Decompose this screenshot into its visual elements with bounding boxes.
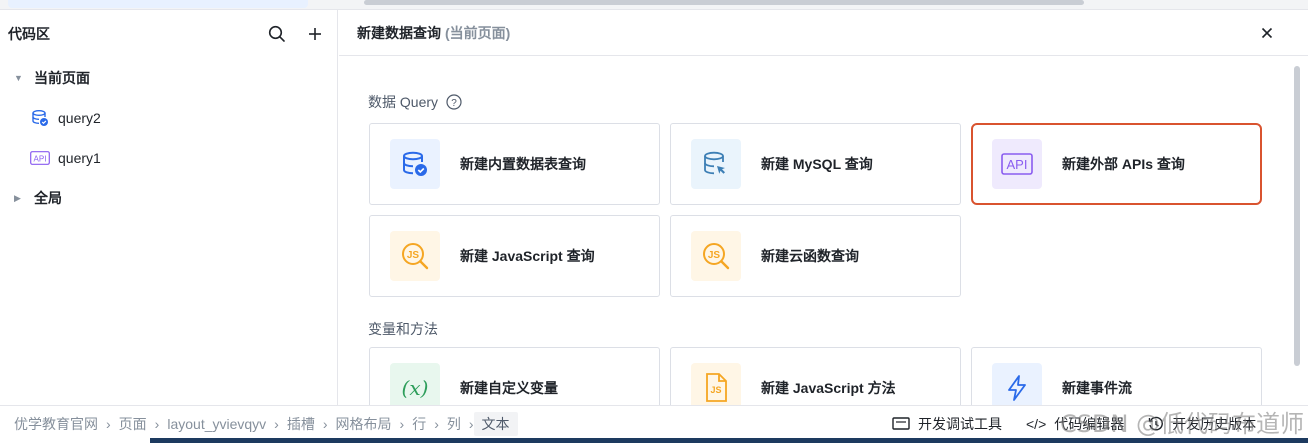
card-external-api-query[interactable]: API 新建外部 APIs 查询	[971, 123, 1262, 205]
bottom-edge-strip	[150, 438, 1308, 443]
card-label: 新建 JavaScript 查询	[460, 248, 595, 264]
database-icon	[30, 108, 50, 128]
breadcrumb: 优学教育官网 › 页面 › layout_yvievqyv › 插槽 › 网格布…	[6, 412, 518, 436]
code-editor-button[interactable]: </> 代码编辑器	[1026, 414, 1124, 434]
code-area-title: 代码区	[8, 26, 50, 42]
tree-group-global[interactable]: ▶ 全局	[0, 178, 337, 218]
variable-glyph: (x)	[401, 376, 429, 400]
tree-item-label: query1	[58, 150, 101, 166]
chevron-right-icon: ›	[468, 416, 474, 432]
tool-label: 代码编辑器	[1054, 416, 1125, 432]
new-query-dialog: 新建数据查询 (当前页面) 数据 Query ? 新建内置数据表查询 新建 My…	[339, 10, 1308, 429]
add-icon[interactable]	[301, 20, 329, 48]
javascript-icon: JS	[390, 231, 440, 281]
tool-label: 开发历史版本	[1172, 416, 1257, 432]
history-icon	[1148, 416, 1164, 432]
breadcrumb-item[interactable]: layout_yvievqyv	[159, 416, 274, 432]
tree-group-label: 全局	[34, 190, 62, 206]
card-label: 新建外部 APIs 查询	[1062, 156, 1185, 172]
toolbar: 开发调试工具 </> 代码编辑器 开发历史版本	[892, 412, 1280, 436]
dialog-header: 新建数据查询 (当前页面)	[339, 10, 1308, 56]
code-area-header: 代码区	[0, 10, 337, 58]
database-icon	[390, 139, 440, 189]
tool-label: 开发调试工具	[918, 416, 1002, 432]
caret-down-icon: ▼	[14, 73, 23, 83]
tree-item-query1[interactable]: API query1	[0, 138, 337, 178]
debug-tools-button[interactable]: 开发调试工具	[892, 414, 1002, 434]
tree-item-label: query2	[58, 110, 101, 126]
tree-item-query2[interactable]: query2	[0, 98, 337, 138]
mysql-icon	[691, 139, 741, 189]
active-tab-indicator	[8, 0, 308, 8]
card-label: 新建 MySQL 查询	[761, 156, 873, 172]
card-javascript-query[interactable]: JS 新建 JavaScript 查询	[369, 215, 660, 297]
card-label: 新建事件流	[1062, 380, 1132, 396]
breadcrumb-item-current[interactable]: 文本	[473, 412, 518, 436]
caret-right-icon: ▶	[14, 192, 21, 203]
code-area-panel: 代码区 ▼ 当前页面 query2 API query1 ▶ 全局	[0, 10, 338, 405]
js-glyph: JS	[710, 385, 722, 395]
cloud-function-icon: JS	[691, 231, 741, 281]
card-mysql-query[interactable]: 新建 MySQL 查询	[670, 123, 961, 205]
svg-text:API: API	[34, 154, 47, 163]
breadcrumb-item[interactable]: 网格布局	[328, 414, 400, 434]
svg-text:?: ?	[451, 98, 457, 109]
section-title-data-query: 数据 Query ?	[368, 92, 462, 112]
breadcrumb-item[interactable]: 优学教育官网	[6, 414, 106, 434]
section-title-label: 数据 Query	[368, 94, 439, 110]
card-label: 新建云函数查询	[761, 248, 859, 264]
card-label: 新建 JavaScript 方法	[761, 380, 896, 396]
card-cloud-function-query[interactable]: JS 新建云函数查询	[670, 215, 961, 297]
close-icon[interactable]	[1256, 22, 1278, 44]
section-title-variables-methods: 变量和方法	[368, 319, 438, 339]
api-icon: API	[992, 139, 1042, 189]
svg-text:API: API	[1007, 157, 1028, 172]
card-label: 新建内置数据表查询	[460, 156, 586, 172]
section-title-label: 变量和方法	[368, 321, 438, 337]
dialog-title: 新建数据查询	[357, 24, 441, 41]
debug-icon	[892, 416, 910, 432]
card-label: 新建自定义变量	[460, 380, 558, 396]
tree-group-label: 当前页面	[34, 70, 90, 86]
top-strip	[0, 0, 1308, 10]
breadcrumb-item[interactable]: 行	[404, 414, 434, 434]
svg-text:JS: JS	[708, 250, 721, 261]
horizontal-scrollbar[interactable]	[364, 0, 1084, 5]
breadcrumb-item[interactable]: 插槽	[279, 414, 323, 434]
code-icon: </>	[1026, 416, 1047, 432]
search-icon[interactable]	[263, 20, 291, 48]
tree-group-current-page[interactable]: ▼ 当前页面	[0, 58, 337, 98]
history-button[interactable]: 开发历史版本	[1148, 414, 1256, 434]
breadcrumb-item[interactable]: 列	[439, 414, 469, 434]
svg-text:JS: JS	[407, 250, 420, 261]
card-builtin-table-query[interactable]: 新建内置数据表查询	[369, 123, 660, 205]
vertical-scrollbar[interactable]	[1294, 66, 1300, 366]
help-icon[interactable]: ?	[446, 94, 462, 110]
api-icon: API	[30, 148, 50, 168]
dialog-subtitle: (当前页面)	[445, 24, 511, 41]
breadcrumb-item[interactable]: 页面	[111, 414, 155, 434]
